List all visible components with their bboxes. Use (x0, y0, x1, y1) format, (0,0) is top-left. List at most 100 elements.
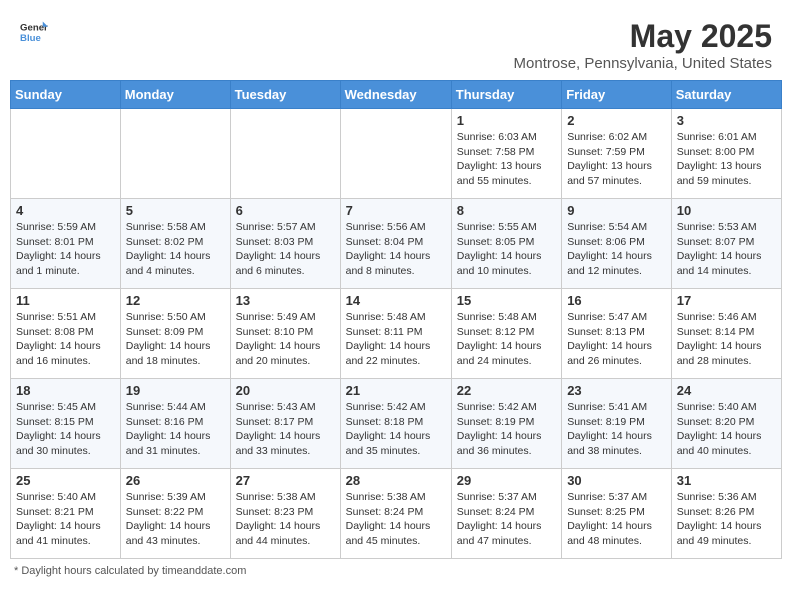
day-info: Sunrise: 5:49 AM Sunset: 8:10 PM Dayligh… (236, 310, 335, 369)
day-info: Sunrise: 5:47 AM Sunset: 8:13 PM Dayligh… (567, 310, 666, 369)
day-number: 15 (457, 293, 556, 308)
weekday-header-cell: Sunday (11, 81, 121, 109)
weekday-header-cell: Tuesday (230, 81, 340, 109)
calendar-day-cell: 20 Sunrise: 5:43 AM Sunset: 8:17 PM Dayli… (230, 379, 340, 469)
day-info: Sunrise: 5:39 AM Sunset: 8:22 PM Dayligh… (126, 490, 225, 549)
day-number: 30 (567, 473, 666, 488)
weekday-header-cell: Wednesday (340, 81, 451, 109)
day-number: 22 (457, 383, 556, 398)
day-info: Sunrise: 5:42 AM Sunset: 8:19 PM Dayligh… (457, 400, 556, 459)
day-number: 5 (126, 203, 225, 218)
footer-note: * Daylight hours calculated by timeandda… (10, 565, 782, 577)
calendar-day-cell: 16 Sunrise: 5:47 AM Sunset: 8:13 PM Dayli… (562, 289, 672, 379)
day-info: Sunrise: 5:36 AM Sunset: 8:26 PM Dayligh… (677, 490, 776, 549)
calendar-day-cell: 8Sunrise: 5:55 AM Sunset: 8:05 PM Daylig… (451, 199, 561, 289)
calendar-week-row: 1 Sunrise: 6:03 AM Sunset: 7:58 PM Daylig… (11, 109, 782, 199)
day-info: Sunrise: 5:58 AM Sunset: 8:02 PM Dayligh… (126, 220, 225, 279)
day-info: Sunrise: 6:03 AM Sunset: 7:58 PM Dayligh… (457, 130, 556, 189)
day-number: 14 (346, 293, 446, 308)
weekday-header-cell: Monday (120, 81, 230, 109)
day-info: Sunrise: 5:38 AM Sunset: 8:23 PM Dayligh… (236, 490, 335, 549)
day-info: Sunrise: 5:54 AM Sunset: 8:06 PM Dayligh… (567, 220, 666, 279)
calendar-day-cell: 24Sunrise: 5:40 AM Sunset: 8:20 PM Dayli… (671, 379, 781, 469)
calendar-day-cell: 7 Sunrise: 5:56 AM Sunset: 8:04 PM Daylig… (340, 199, 451, 289)
day-info: Sunrise: 5:42 AM Sunset: 8:18 PM Dayligh… (346, 400, 446, 459)
logo-icon: General Blue (20, 18, 48, 46)
day-info: Sunrise: 5:40 AM Sunset: 8:21 PM Dayligh… (16, 490, 115, 549)
calendar-day-cell: 10 Sunrise: 5:53 AM Sunset: 8:07 PM Dayli… (671, 199, 781, 289)
day-number: 28 (346, 473, 446, 488)
calendar-day-cell: 30Sunrise: 5:37 AM Sunset: 8:25 PM Dayli… (562, 469, 672, 559)
calendar-day-cell: 4 Sunrise: 5:59 AM Sunset: 8:01 PM Daylig… (11, 199, 121, 289)
calendar-day-cell: 23Sunrise: 5:41 AM Sunset: 8:19 PM Dayli… (562, 379, 672, 469)
calendar-day-cell: 5 Sunrise: 5:58 AM Sunset: 8:02 PM Daylig… (120, 199, 230, 289)
calendar-day-cell: 1 Sunrise: 6:03 AM Sunset: 7:58 PM Daylig… (451, 109, 561, 199)
day-number: 17 (677, 293, 776, 308)
calendar-day-cell (230, 109, 340, 199)
day-number: 19 (126, 383, 225, 398)
day-info: Sunrise: 5:59 AM Sunset: 8:01 PM Dayligh… (16, 220, 115, 279)
logo: General Blue (20, 18, 48, 46)
calendar-day-cell: 6Sunrise: 5:57 AM Sunset: 8:03 PM Daylig… (230, 199, 340, 289)
day-number: 7 (346, 203, 446, 218)
calendar-day-cell: 27 Sunrise: 5:38 AM Sunset: 8:23 PM Dayli… (230, 469, 340, 559)
calendar-day-cell: 26 Sunrise: 5:39 AM Sunset: 8:22 PM Dayli… (120, 469, 230, 559)
day-number: 18 (16, 383, 115, 398)
weekday-header-cell: Saturday (671, 81, 781, 109)
calendar-week-row: 18 Sunrise: 5:45 AM Sunset: 8:15 PM Dayli… (11, 379, 782, 469)
day-info: Sunrise: 5:48 AM Sunset: 8:11 PM Dayligh… (346, 310, 446, 369)
day-number: 21 (346, 383, 446, 398)
calendar-day-cell: 9 Sunrise: 5:54 AM Sunset: 8:06 PM Daylig… (562, 199, 672, 289)
month-title: May 2025 (514, 18, 772, 55)
day-info: Sunrise: 5:45 AM Sunset: 8:15 PM Dayligh… (16, 400, 115, 459)
calendar-week-row: 11 Sunrise: 5:51 AM Sunset: 8:08 PM Dayli… (11, 289, 782, 379)
day-number: 31 (677, 473, 776, 488)
day-info: Sunrise: 5:56 AM Sunset: 8:04 PM Dayligh… (346, 220, 446, 279)
day-info: Sunrise: 5:43 AM Sunset: 8:17 PM Dayligh… (236, 400, 335, 459)
calendar-table: SundayMondayTuesdayWednesdayThursdayFrid… (10, 80, 782, 559)
svg-text:Blue: Blue (20, 33, 41, 44)
day-number: 1 (457, 113, 556, 128)
day-number: 26 (126, 473, 225, 488)
title-area: May 2025 Montrose, Pennsylvania, United … (514, 18, 772, 72)
day-number: 12 (126, 293, 225, 308)
calendar-day-cell: 3Sunrise: 6:01 AM Sunset: 8:00 PM Daylig… (671, 109, 781, 199)
day-number: 24 (677, 383, 776, 398)
calendar-day-cell: 13 Sunrise: 5:49 AM Sunset: 8:10 PM Dayli… (230, 289, 340, 379)
day-number: 16 (567, 293, 666, 308)
calendar-day-cell: 19Sunrise: 5:44 AM Sunset: 8:16 PM Dayli… (120, 379, 230, 469)
calendar-day-cell: 11 Sunrise: 5:51 AM Sunset: 8:08 PM Dayli… (11, 289, 121, 379)
day-number: 10 (677, 203, 776, 218)
day-number: 13 (236, 293, 335, 308)
calendar-day-cell: 17 Sunrise: 5:46 AM Sunset: 8:14 PM Dayli… (671, 289, 781, 379)
calendar-week-row: 25 Sunrise: 5:40 AM Sunset: 8:21 PM Dayli… (11, 469, 782, 559)
header: General Blue May 2025 Montrose, Pennsylv… (10, 10, 782, 76)
weekday-header: SundayMondayTuesdayWednesdayThursdayFrid… (11, 81, 782, 109)
calendar-day-cell: 25 Sunrise: 5:40 AM Sunset: 8:21 PM Dayli… (11, 469, 121, 559)
day-info: Sunrise: 5:48 AM Sunset: 8:12 PM Dayligh… (457, 310, 556, 369)
calendar-body: 1 Sunrise: 6:03 AM Sunset: 7:58 PM Daylig… (11, 109, 782, 559)
calendar-day-cell: 14 Sunrise: 5:48 AM Sunset: 8:11 PM Dayli… (340, 289, 451, 379)
weekday-header-cell: Thursday (451, 81, 561, 109)
day-info: Sunrise: 5:46 AM Sunset: 8:14 PM Dayligh… (677, 310, 776, 369)
day-info: Sunrise: 5:57 AM Sunset: 8:03 PM Dayligh… (236, 220, 335, 279)
location-title: Montrose, Pennsylvania, United States (514, 55, 772, 72)
calendar-day-cell: 18 Sunrise: 5:45 AM Sunset: 8:15 PM Dayli… (11, 379, 121, 469)
calendar-day-cell: 21 Sunrise: 5:42 AM Sunset: 8:18 PM Dayli… (340, 379, 451, 469)
calendar-day-cell: 15 Sunrise: 5:48 AM Sunset: 8:12 PM Dayli… (451, 289, 561, 379)
day-number: 4 (16, 203, 115, 218)
day-number: 25 (16, 473, 115, 488)
day-number: 27 (236, 473, 335, 488)
calendar-day-cell: 2Sunrise: 6:02 AM Sunset: 7:59 PM Daylig… (562, 109, 672, 199)
day-info: Sunrise: 5:53 AM Sunset: 8:07 PM Dayligh… (677, 220, 776, 279)
day-number: 2 (567, 113, 666, 128)
day-info: Sunrise: 5:55 AM Sunset: 8:05 PM Dayligh… (457, 220, 556, 279)
day-number: 9 (567, 203, 666, 218)
day-number: 20 (236, 383, 335, 398)
calendar-day-cell (340, 109, 451, 199)
day-number: 11 (16, 293, 115, 308)
day-info: Sunrise: 5:51 AM Sunset: 8:08 PM Dayligh… (16, 310, 115, 369)
day-number: 29 (457, 473, 556, 488)
calendar-week-row: 4 Sunrise: 5:59 AM Sunset: 8:01 PM Daylig… (11, 199, 782, 289)
calendar-day-cell (120, 109, 230, 199)
